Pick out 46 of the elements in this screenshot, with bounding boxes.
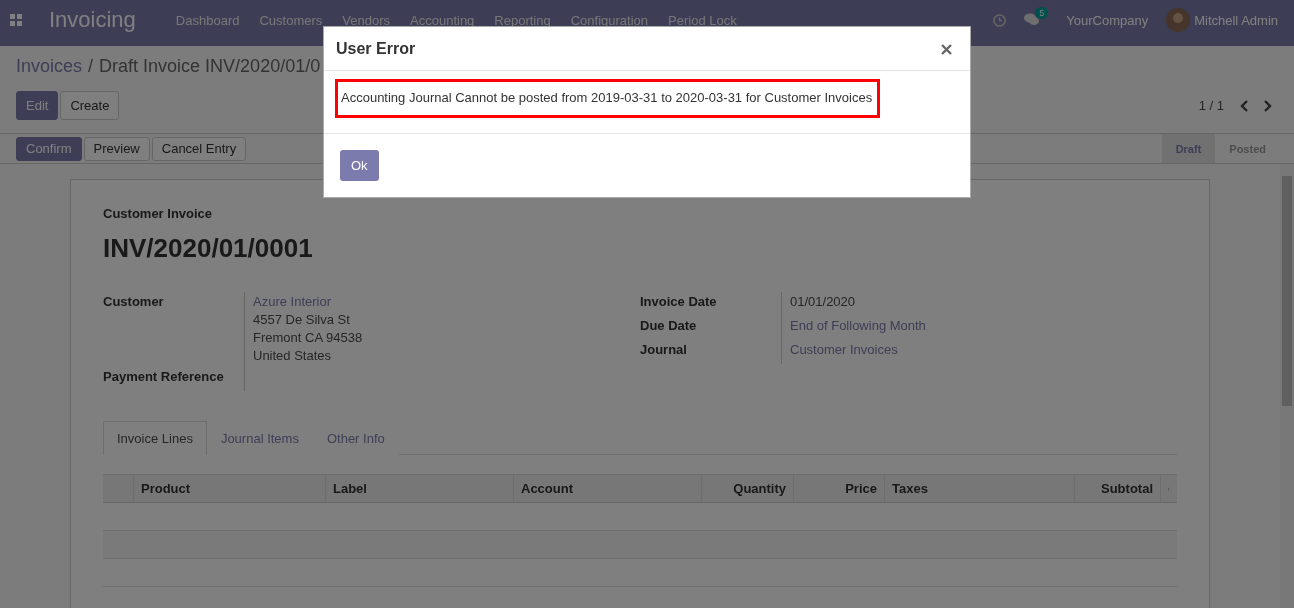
breadcrumb-link[interactable]: Invoices: [16, 56, 83, 77]
chat-icon[interactable]: [1024, 13, 1041, 27]
column-header[interactable]: Subtotal: [1074, 475, 1160, 502]
column-header[interactable]: Product: [133, 475, 325, 502]
column-header[interactable]: Label: [325, 475, 513, 502]
field-label: Due Date: [640, 316, 782, 340]
action-button[interactable]: Preview: [83, 136, 150, 161]
field-label: Journal: [640, 340, 782, 364]
next-icon[interactable]: [1263, 99, 1272, 112]
field-label: Invoice Date: [640, 292, 782, 316]
column-header[interactable]: Price: [793, 475, 884, 502]
ok-button[interactable]: Ok: [340, 150, 379, 181]
field-value: Fremont CA 94538: [253, 330, 364, 345]
action-button[interactable]: Cancel Entry: [151, 136, 247, 161]
invoice-number: INV/2020/01/0001: [103, 233, 314, 264]
apps-menu-icon[interactable]: [10, 14, 22, 26]
field-label: Customer: [103, 292, 245, 367]
close-icon[interactable]: [941, 44, 952, 55]
create-button[interactable]: Create: [60, 91, 120, 120]
breadcrumb-separator: /: [88, 56, 94, 77]
column-header[interactable]: Account: [513, 475, 701, 502]
edit-button[interactable]: Edit: [16, 91, 59, 120]
user-name[interactable]: Mitchell Admin: [1194, 12, 1278, 28]
pager-counter: 1 / 1: [1198, 98, 1224, 113]
clock-icon[interactable]: [993, 13, 1007, 27]
field-value: 4557 De Silva St: [253, 312, 351, 327]
column-header[interactable]: Taxes: [884, 475, 1074, 502]
error-message: Accounting Journal Cannot be posted from 2019-03-31 to 2020-03-31 for Customer Invoices: [335, 79, 880, 118]
form-tab[interactable]: Invoice Lines: [103, 421, 207, 455]
field-link[interactable]: End of Following Month: [790, 318, 1177, 333]
field-value: United States: [253, 348, 333, 363]
field-link[interactable]: Azure Interior: [253, 294, 640, 309]
action-button[interactable]: Confirm: [16, 136, 82, 161]
field-value: 01/01/2020: [790, 294, 857, 309]
dialog-title: User Error: [336, 39, 416, 58]
app-title: Invoicing: [49, 7, 136, 33]
scrollbar[interactable]: [1280, 164, 1294, 608]
previous-icon[interactable]: [1240, 99, 1249, 112]
avatar-icon[interactable]: [1166, 8, 1191, 32]
breadcrumb-current: Draft Invoice INV/2020/01/0: [99, 56, 321, 77]
document-type: Customer Invoice: [103, 206, 214, 221]
company-name[interactable]: YourCompany: [1066, 12, 1149, 28]
column-header[interactable]: Quantity: [701, 475, 793, 502]
message-count-badge: 5: [1035, 7, 1049, 19]
field-label: Payment Reference: [103, 367, 245, 391]
field-link[interactable]: Customer Invoices: [790, 342, 1177, 357]
